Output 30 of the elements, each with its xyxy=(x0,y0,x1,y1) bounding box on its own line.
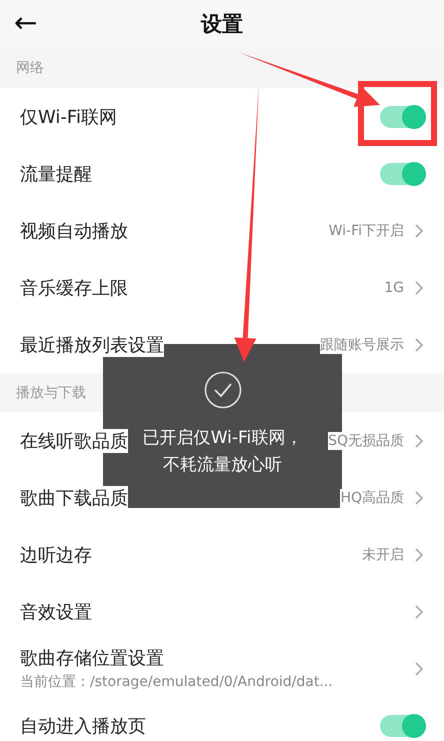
toggle-switch[interactable] xyxy=(380,106,424,128)
setting-label: 音效设置 xyxy=(20,600,92,624)
setting-label: 音乐缓存上限 xyxy=(20,276,128,300)
setting-label: 在线听歌品质 xyxy=(20,428,128,452)
chevron-right-icon xyxy=(414,490,424,506)
setting-value: 未开启 xyxy=(362,546,404,564)
chevron-right-icon xyxy=(414,660,424,676)
chevron-right-icon xyxy=(414,604,424,620)
toast-message: 已开启仅Wi-Fi联网， xyxy=(142,427,302,450)
setting-value: SQ无损品质 xyxy=(328,432,404,450)
chevron-right-icon xyxy=(414,432,424,448)
back-button[interactable]: ← xyxy=(10,6,42,40)
setting-value: HQ高品质 xyxy=(340,488,404,506)
toast-message: 不耗流量放心听 xyxy=(163,454,282,477)
setting-label: 歌曲下载品质 xyxy=(20,486,128,510)
page-title: 设置 xyxy=(201,11,243,38)
section-header: 播放与下载 xyxy=(16,384,86,402)
chevron-right-icon xyxy=(414,546,424,562)
toggle-switch[interactable] xyxy=(380,714,424,736)
setting-value: 跟随账号展示 xyxy=(320,336,404,354)
check-circle-icon xyxy=(204,371,242,409)
storage-path: 当前位置：/storage/emulated/0/Android/dat... xyxy=(20,673,333,691)
setting-label: 流量提醒 xyxy=(20,162,92,186)
chevron-right-icon xyxy=(414,222,424,238)
chevron-right-icon xyxy=(414,336,424,352)
section-header: 网络 xyxy=(16,59,44,77)
chevron-right-icon xyxy=(414,280,424,296)
setting-value: Wi-Fi下开启 xyxy=(328,222,404,240)
toggle-switch[interactable] xyxy=(380,162,424,184)
setting-value: 1G xyxy=(384,280,404,296)
